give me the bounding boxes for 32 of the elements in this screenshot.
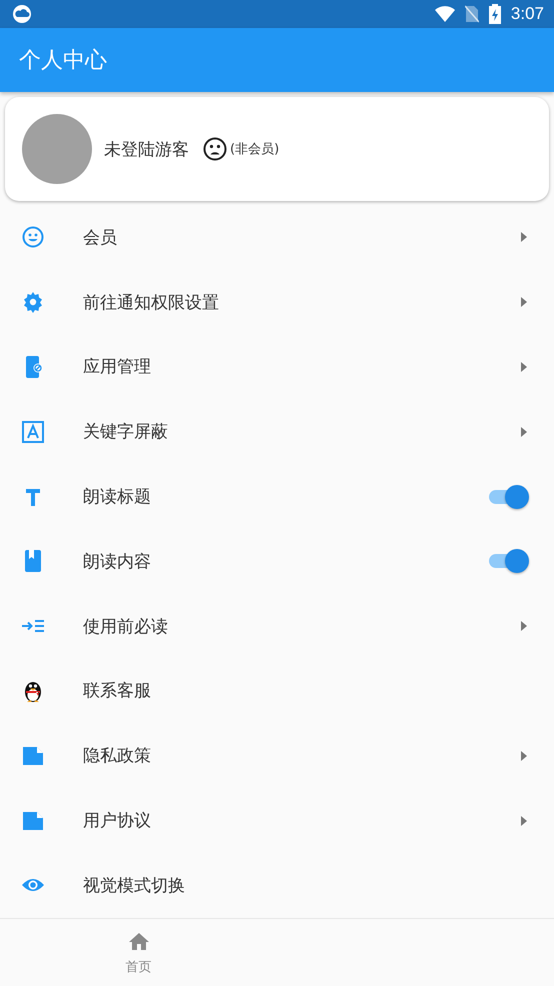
menu-item[interactable]: 视觉模式切换	[83, 874, 527, 897]
menu-item[interactable]: 用户协议	[83, 809, 521, 832]
menu-item[interactable]: 会员	[83, 226, 521, 249]
no-sim-icon	[464, 5, 479, 23]
menu-item[interactable]: 隐私政策	[83, 744, 521, 768]
menu-item[interactable]: 联系客服	[83, 679, 527, 702]
toggle-switch[interactable]	[487, 549, 529, 574]
caret-icon	[521, 621, 527, 632]
menu-item[interactable]: 朗读内容	[83, 550, 487, 573]
user-name: 未登陆游客	[104, 138, 189, 160]
menu-item[interactable]: 应用管理	[83, 355, 521, 378]
sad-face-icon	[203, 137, 227, 161]
caret-icon	[521, 297, 527, 308]
menu-item[interactable]: 关键字屏蔽	[83, 420, 521, 444]
wifi-icon	[434, 6, 455, 22]
settings-icon	[21, 290, 45, 314]
caret-icon	[521, 816, 527, 826]
toggle-switch[interactable]	[487, 484, 529, 509]
battery-charging-icon	[488, 4, 501, 24]
membership-status: (非会员)	[230, 141, 280, 158]
caret-icon	[521, 362, 527, 372]
cloud-icon	[12, 4, 32, 24]
letter-a-icon	[21, 420, 45, 444]
caret-icon	[521, 426, 527, 437]
menu-item[interactable]: 朗读标题	[83, 485, 487, 508]
page-title: 个人中心	[19, 47, 107, 75]
menu-item[interactable]: 使用前必读	[83, 614, 521, 638]
smiley-icon	[21, 225, 45, 250]
clock-time: 3:07	[510, 4, 544, 24]
caret-icon	[521, 232, 527, 242]
caret-icon	[521, 750, 527, 761]
menu-item[interactable]: 前往通知权限设置	[83, 290, 521, 314]
